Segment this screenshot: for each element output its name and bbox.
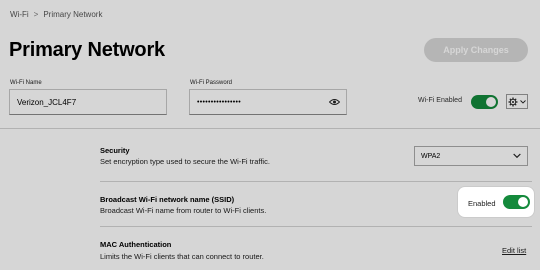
page-title: Primary Network	[9, 39, 165, 61]
mac-auth-description: Limits the Wi-Fi clients that can connec…	[100, 252, 264, 261]
section-divider	[0, 128, 540, 129]
wifi-enabled-label: Wi-Fi Enabled	[418, 97, 462, 104]
row-divider	[100, 181, 532, 182]
wifi-enabled-toggle[interactable]	[471, 95, 498, 109]
toggle-knob	[518, 197, 528, 207]
breadcrumb: Wi-Fi > Primary Network	[10, 10, 102, 19]
mac-auth-title: MAC Authentication	[100, 240, 172, 249]
security-title: Security	[100, 146, 130, 155]
chevron-down-icon	[520, 99, 526, 104]
row-divider	[100, 226, 532, 227]
wifi-password-label: Wi-Fi Password	[190, 80, 233, 86]
breadcrumb-separator: >	[33, 10, 39, 19]
wifi-password-value: ••••••••••••••••	[197, 98, 242, 106]
wifi-name-value: Verizon_JCL4F7	[17, 97, 77, 107]
security-description: Set encryption type used to secure the W…	[100, 157, 270, 166]
broadcast-ssid-description: Broadcast Wi-Fi name from router to Wi-F…	[100, 206, 267, 215]
breadcrumb-root-link[interactable]: Wi-Fi	[10, 10, 29, 19]
security-selected-value: WPA2	[421, 152, 441, 160]
toggle-knob	[486, 97, 496, 107]
apply-changes-button[interactable]: Apply Changes	[424, 38, 528, 62]
wifi-name-field[interactable]: Verizon_JCL4F7	[9, 89, 167, 115]
wifi-password-field[interactable]: ••••••••••••••••	[189, 89, 347, 115]
eye-icon[interactable]	[329, 98, 340, 106]
edit-list-link[interactable]: Edit list	[502, 246, 526, 255]
breadcrumb-current: Primary Network	[43, 10, 103, 19]
broadcast-enabled-label: Enabled	[468, 199, 496, 208]
wifi-name-label: Wi-Fi Name	[10, 80, 42, 86]
settings-dropdown[interactable]	[506, 94, 528, 109]
broadcast-ssid-toggle[interactable]	[503, 195, 530, 209]
security-select[interactable]: WPA2	[414, 146, 528, 166]
gear-icon	[508, 97, 518, 106]
broadcast-ssid-title: Broadcast Wi-Fi network name (SSID)	[100, 195, 235, 204]
chevron-down-icon	[513, 153, 521, 159]
